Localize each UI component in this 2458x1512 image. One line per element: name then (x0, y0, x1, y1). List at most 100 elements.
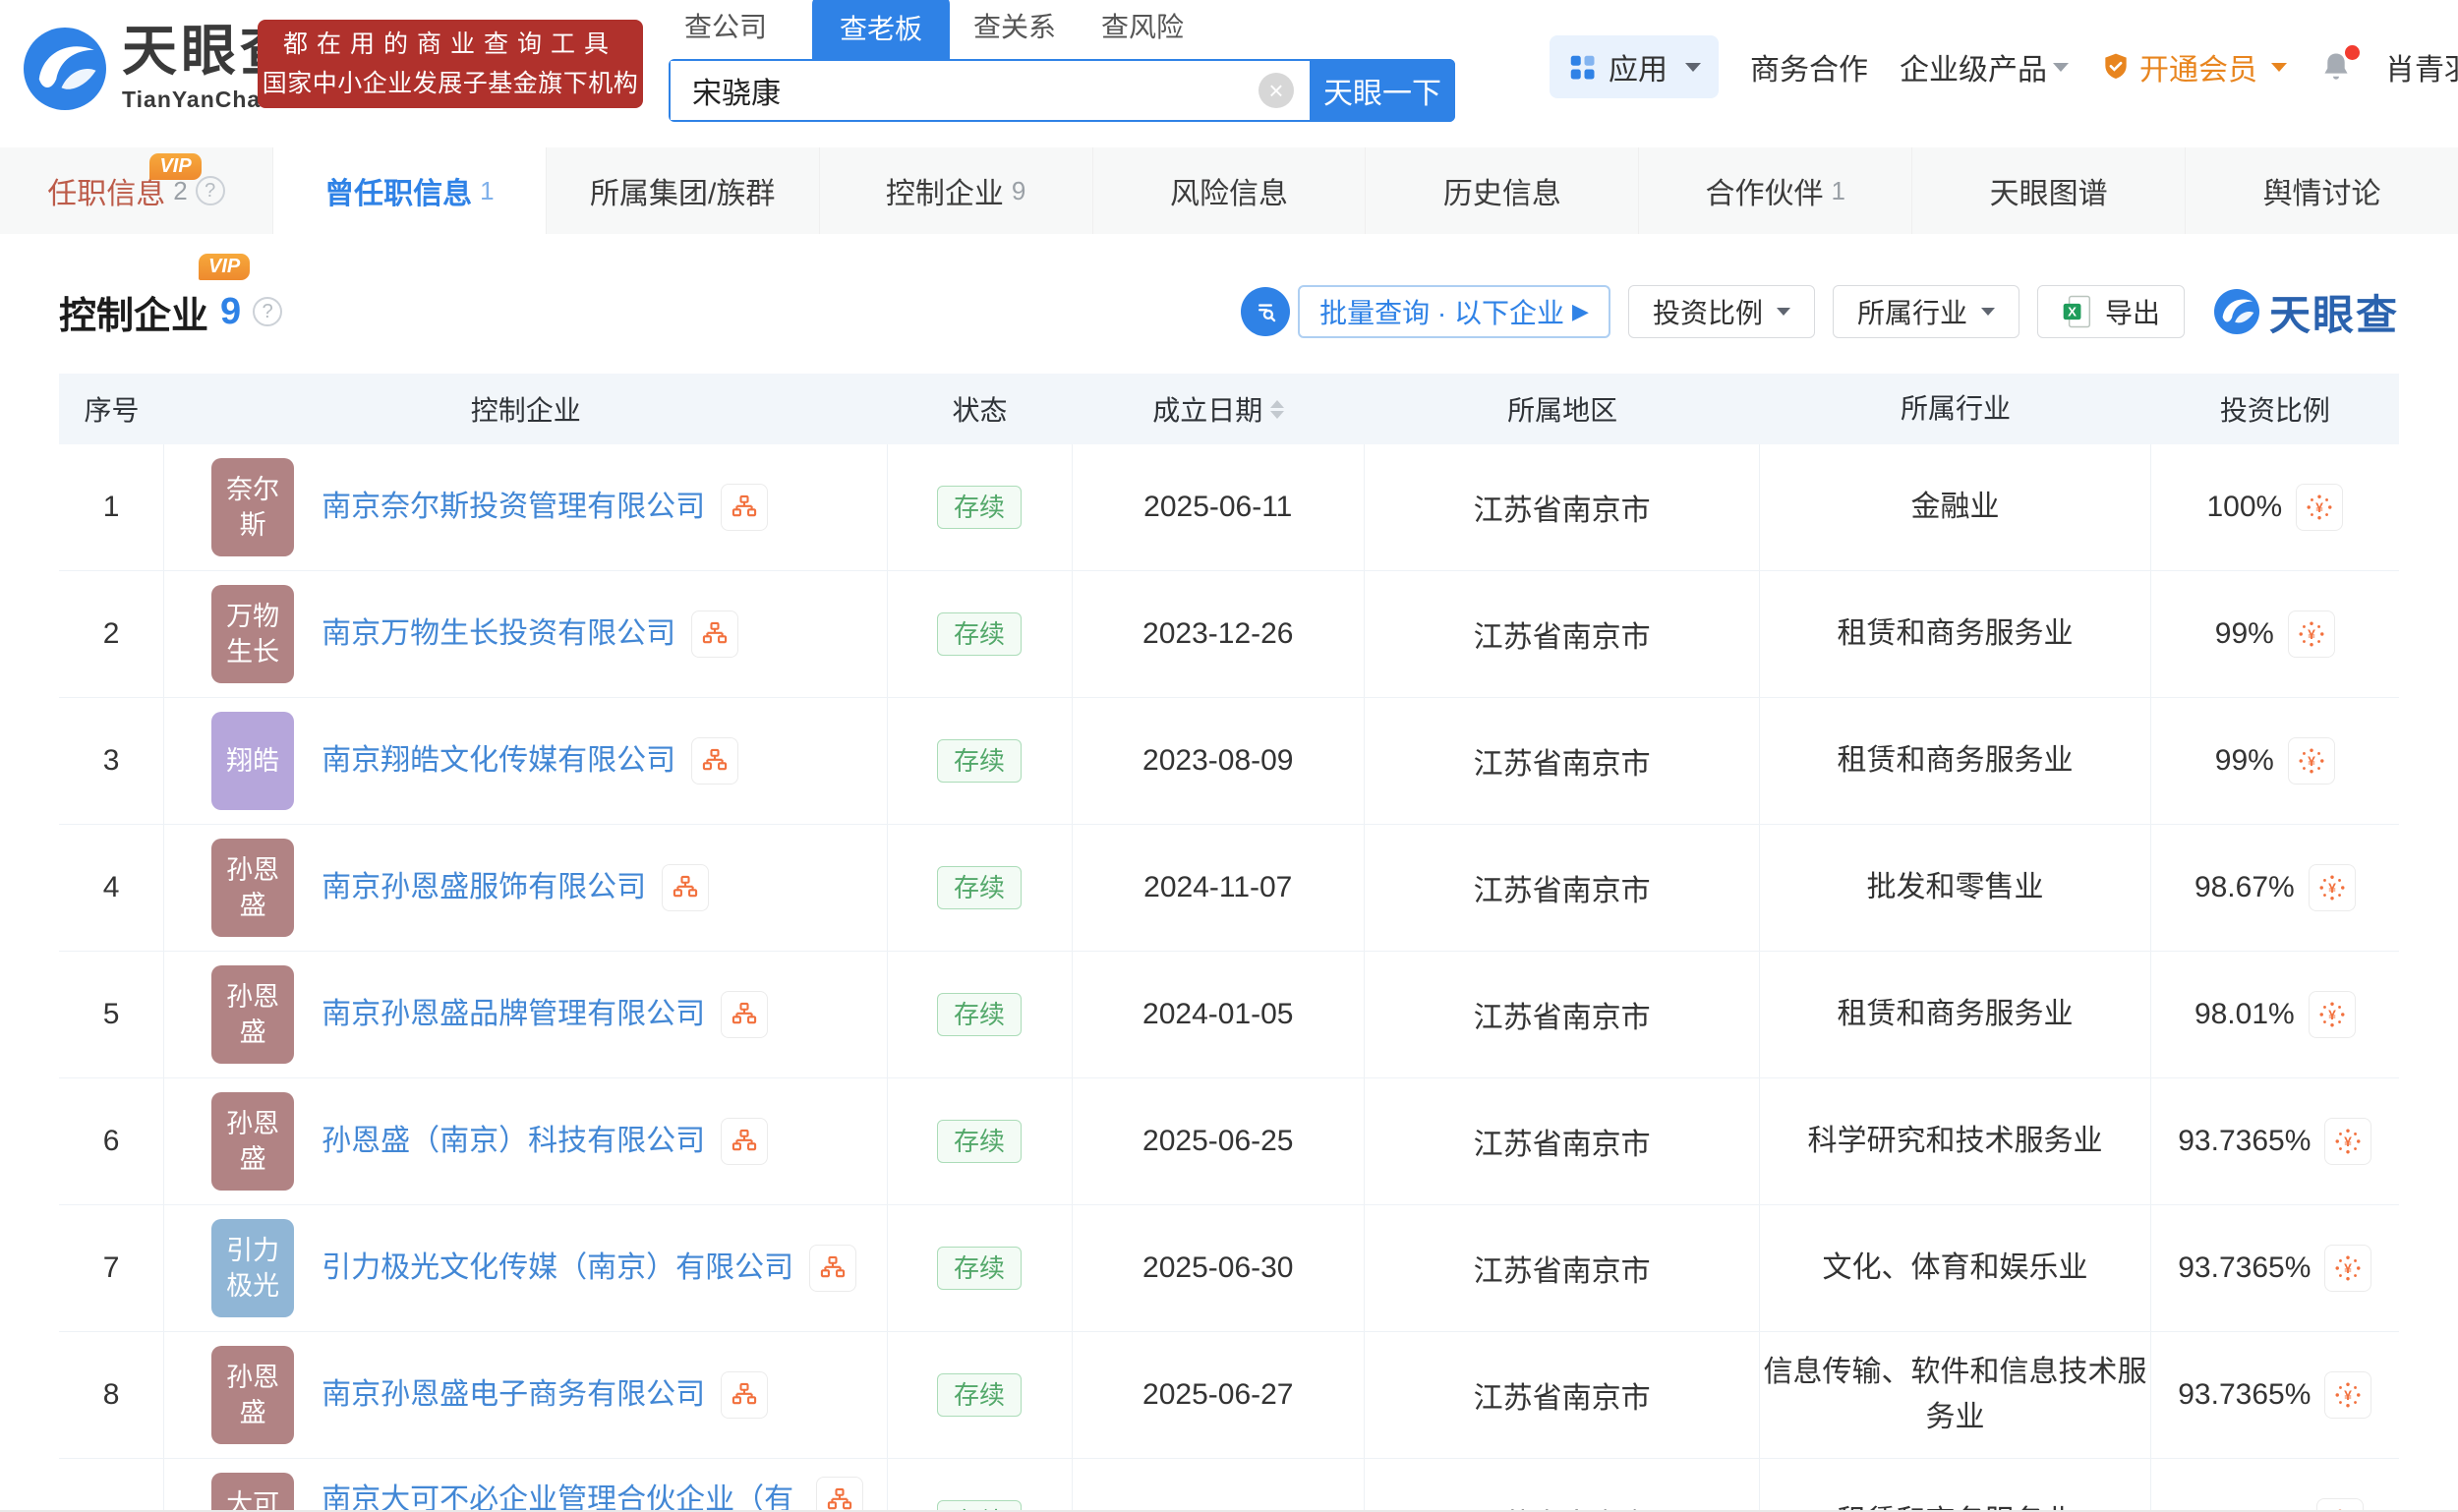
search-tab[interactable]: 查公司 (684, 6, 767, 59)
investment-detail-icon[interactable]: ¥ (2324, 1244, 2372, 1292)
org-chart-icon[interactable] (662, 863, 710, 911)
status-badge: 存续 (937, 1373, 1023, 1417)
help-icon[interactable]: ? (195, 176, 225, 205)
section-count: 9 (220, 290, 242, 332)
company-link[interactable]: 南京孙恩盛品牌管理有限公司 (322, 992, 705, 1036)
founded-date: 2025-06-25 (1073, 1078, 1366, 1204)
chevron-down-icon (2053, 62, 2069, 72)
company-link[interactable]: 南京奈尔斯投资管理有限公司 (322, 485, 705, 529)
search-input[interactable] (671, 61, 1258, 120)
row-index: 6 (59, 1078, 165, 1204)
clear-icon[interactable]: × (1258, 73, 1294, 108)
tab-item[interactable]: 曾任职信息 1 (272, 147, 547, 234)
tab-item[interactable]: 历史信息 (1366, 147, 1640, 234)
row-index: 7 (59, 1205, 165, 1331)
sort-toggle[interactable] (1270, 399, 1285, 419)
tab-item[interactable]: 控制企业 9 (820, 147, 1093, 234)
col-company: 控制企业 (470, 395, 581, 426)
company-link[interactable]: 孙恩盛（南京）科技有限公司 (322, 1119, 705, 1163)
industry: 文化、体育和娱乐业 (1760, 1205, 2151, 1331)
table-row: 4 孙恩 盛 南京孙恩盛服饰有限公司 存续 2024-11-07 江苏省南京市 … (59, 825, 2399, 952)
nav-enterprise[interactable]: 企业级产品 (1900, 45, 2069, 88)
user-menu[interactable]: 肖青羽 (2385, 45, 2458, 88)
industry: 科学研究和技术服务业 (1760, 1078, 2151, 1204)
tab-item[interactable]: VIP 任职信息 2 ? (0, 147, 273, 234)
row-index: 5 (59, 952, 165, 1077)
org-chart-icon[interactable] (809, 1244, 857, 1292)
tab-item[interactable]: 合作伙伴 1 (1639, 147, 1913, 234)
investment-detail-icon[interactable]: ¥ (2287, 736, 2335, 785)
export-button[interactable]: X 导出 (2036, 285, 2185, 338)
investment-ratio: 100% (2206, 491, 2283, 523)
tab-count: 1 (480, 175, 495, 205)
company-link[interactable]: 南京大可不必企业管理合伙企业（有限合伙） (322, 1478, 799, 1512)
search-tab[interactable]: 查老板 (812, 0, 951, 59)
company-link[interactable]: 南京翔皓文化传媒有限公司 (322, 738, 675, 783)
open-membership-button[interactable]: 开通会员 (2100, 45, 2287, 88)
investment-detail-icon[interactable]: ¥ (2287, 610, 2335, 658)
nav-cooperation[interactable]: 商务合作 (1750, 45, 1868, 88)
table-row: 7 引力 极光 引力极光文化传媒（南京）有限公司 存续 2025-06-30 江… (59, 1205, 2399, 1332)
org-chart-icon[interactable] (721, 990, 769, 1038)
status-badge: 存续 (937, 486, 1023, 529)
org-chart-icon[interactable] (721, 1370, 769, 1419)
company-link[interactable]: 南京孙恩盛服饰有限公司 (322, 865, 646, 909)
investment-detail-icon[interactable]: ¥ (2308, 863, 2356, 911)
investment-detail-icon[interactable]: ¥ (2308, 990, 2356, 1038)
search-tab[interactable]: 查关系 (973, 6, 1056, 59)
company-link[interactable]: 南京万物生长投资有限公司 (322, 611, 675, 656)
tab-item[interactable]: 风险信息 (1093, 147, 1367, 234)
status-badge: 存续 (937, 612, 1023, 656)
investment-ratio: 98.01% (2194, 998, 2295, 1030)
tab-item[interactable]: 所属集团/族群 (547, 147, 820, 234)
row-index: 2 (59, 571, 165, 697)
investment-ratio: 98.67% (2194, 871, 2295, 903)
region: 江苏省南京市 (1365, 698, 1761, 824)
search-tab[interactable]: 查风险 (1101, 6, 1184, 59)
apps-menu[interactable]: 应用 (1550, 35, 1719, 98)
company-link[interactable]: 南京孙恩盛电子商务有限公司 (322, 1372, 705, 1417)
tab-item[interactable]: 舆情讨论 (2186, 147, 2458, 234)
investment-detail-icon[interactable]: ¥ (2296, 483, 2344, 531)
batch-query-button[interactable]: 批量查询 · 以下企业 ▶ (1298, 285, 1610, 338)
tab-bar: VIP 任职信息 2 ? 曾任职信息 1 所属集团/族群 控制企业 9 风险信息… (0, 147, 2458, 234)
tab-label: 控制企业 (885, 178, 1004, 210)
investment-ratio: 93.7365% (2178, 1378, 2312, 1411)
org-chart-icon[interactable] (721, 483, 769, 531)
company-avatar: 翔皓 (211, 712, 295, 810)
region: 江苏省南京市 (1365, 1078, 1761, 1204)
industry-filter-dropdown[interactable]: 所属行业 (1832, 285, 2019, 338)
col-ratio: 投资比例 (2219, 395, 2330, 426)
table-row: 5 孙恩 盛 南京孙恩盛品牌管理有限公司 存续 2024-01-05 江苏省南京… (59, 952, 2399, 1078)
status-badge: 存续 (937, 739, 1023, 783)
org-chart-icon[interactable] (815, 1477, 863, 1512)
investment-ratio: 99% (2214, 744, 2274, 777)
search-button[interactable]: 天眼一下 (1310, 59, 1455, 122)
apps-label: 应用 (1609, 54, 1668, 87)
help-icon[interactable]: ? (253, 297, 283, 326)
arrow-right-icon: ▶ (1572, 299, 1589, 323)
tab-label: 风险信息 (1170, 178, 1288, 210)
tab-item[interactable]: 天眼图谱 (1912, 147, 2187, 234)
ratio-filter-dropdown[interactable]: 投资比例 (1627, 285, 1815, 338)
svg-text:¥: ¥ (2328, 879, 2336, 895)
investment-detail-icon[interactable]: ¥ (2324, 1117, 2372, 1165)
investment-detail-icon[interactable]: ¥ (2324, 1370, 2372, 1419)
table-row: 2 万物 生长 南京万物生长投资有限公司 存续 2023-12-26 江苏省南京… (59, 571, 2399, 698)
tab-label: 合作伙伴 (1705, 178, 1824, 210)
chevron-down-icon (1685, 62, 1701, 72)
batch-query-icon[interactable] (1241, 287, 1291, 336)
company-avatar: 万物 生长 (211, 585, 295, 683)
notification-bell-icon[interactable] (2318, 45, 2360, 85)
org-chart-icon[interactable] (721, 1117, 769, 1165)
company-link[interactable]: 引力极光文化传媒（南京）有限公司 (322, 1246, 793, 1290)
org-chart-icon[interactable] (691, 610, 739, 658)
investment-ratio: 93.7365% (2178, 1251, 2312, 1284)
industry: 租赁和商务服务业 (1760, 1459, 2151, 1512)
investment-ratio: 99% (2214, 617, 2274, 650)
col-region: 所属地区 (1507, 395, 1618, 426)
vip-badge: VIP (149, 153, 202, 180)
row-index: 9 (59, 1459, 165, 1512)
org-chart-icon[interactable] (691, 736, 739, 785)
svg-text:¥: ¥ (2344, 1386, 2352, 1402)
